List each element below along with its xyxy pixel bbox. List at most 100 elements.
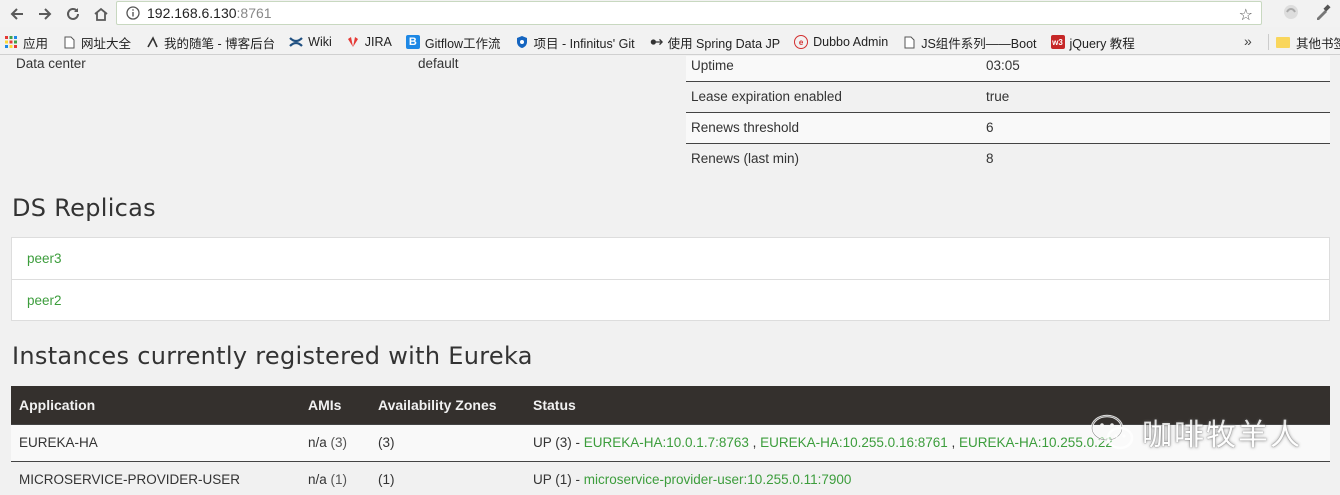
- instances-heading: Instances currently registered with Eure…: [12, 342, 533, 370]
- bookmark-jquery[interactable]: w3 jQuery 教程: [1047, 31, 1139, 53]
- back-button[interactable]: [6, 3, 28, 25]
- zones-cell: (3): [370, 423, 525, 461]
- wechat-icon: [1090, 414, 1134, 450]
- general-stats-table: Uptime 03:05 Lease expiration enabled tr…: [686, 56, 1330, 174]
- forward-button[interactable]: [34, 3, 56, 25]
- stat-value: 03:05: [981, 56, 1330, 81]
- huawei-icon: [346, 35, 360, 49]
- confluence-icon: [289, 35, 303, 49]
- stat-value: 6: [981, 111, 1330, 143]
- stat-key: Uptime: [686, 56, 981, 81]
- page-icon: [902, 35, 916, 49]
- bookmark-jira[interactable]: JIRA: [342, 31, 396, 53]
- apps-grid-icon: [4, 35, 18, 49]
- bookmark-url-hub[interactable]: 网址大全: [58, 31, 135, 53]
- reload-icon: [67, 7, 79, 20]
- ds-replicas-heading: DS Replicas: [12, 194, 156, 222]
- replica-item: peer2: [12, 279, 1329, 320]
- stat-row: Renews (last min) 8: [686, 142, 1330, 174]
- bookmark-label: JS组件系列——Boot: [921, 36, 1037, 51]
- bookmark-label: jQuery 教程: [1069, 36, 1135, 51]
- bookmark-label: 网址大全: [81, 36, 132, 51]
- bookmark-label: 我的随笔 - 博客后台: [164, 36, 276, 51]
- extension-icon[interactable]: [1282, 3, 1300, 26]
- instance-link[interactable]: EUREKA-HA:10.255.0.16:8761: [760, 435, 948, 450]
- bookmark-label: JIRA: [364, 35, 392, 49]
- stat-row: Uptime 03:05: [686, 56, 1330, 81]
- status-prefix: UP (1) -: [533, 472, 584, 488]
- instance-link[interactable]: microservice-provider-user:10.255.0.11:7…: [584, 472, 852, 487]
- bookmark-blog[interactable]: 我的随笔 - 博客后台: [141, 31, 279, 53]
- folder-icon: [1276, 37, 1290, 48]
- reload-button[interactable]: [62, 3, 84, 25]
- stat-key: Renews threshold: [686, 111, 981, 143]
- url-port: :8761: [236, 5, 272, 21]
- bookmarks-divider: [1268, 34, 1269, 50]
- col-header-application: Application: [11, 386, 300, 424]
- spring-icon: [649, 35, 663, 49]
- link-separator: ,: [947, 435, 960, 450]
- eyedropper-icon[interactable]: [1314, 3, 1332, 26]
- amis-cell: n/a (1): [300, 460, 370, 495]
- replica-link-peer3[interactable]: peer3: [27, 251, 62, 266]
- bookmark-label: 项目 - Infinitus' Git: [533, 36, 635, 51]
- home-icon: [94, 7, 108, 21]
- bookmark-label: Wiki: [308, 35, 332, 49]
- dubbo-icon: e: [794, 35, 809, 49]
- col-header-availability-zones: Availability Zones: [370, 386, 525, 424]
- home-button[interactable]: [90, 3, 112, 25]
- bookmark-label: Dubbo Admin: [813, 35, 889, 49]
- forward-arrow-icon: [39, 7, 52, 20]
- watermark-text: 咖啡牧羊人: [1142, 418, 1302, 453]
- stat-value: true: [981, 80, 1330, 112]
- replica-item: peer3: [12, 238, 1329, 279]
- browser-toolbar: 192.168.6.130:8761 ☆: [0, 0, 1340, 27]
- bookmark-dubbo[interactable]: e Dubbo Admin: [790, 31, 892, 53]
- instance-link[interactable]: EUREKA-HA:10.0.1.7:8763: [584, 435, 749, 450]
- bitbucket-icon: B: [405, 35, 420, 49]
- link-separator: ,: [748, 435, 761, 450]
- other-bookmarks-folder[interactable]: 其他书签: [1276, 33, 1340, 52]
- bookmark-apps[interactable]: 应用: [0, 31, 52, 53]
- bookmark-label: Gitflow工作流: [424, 36, 501, 51]
- info-icon[interactable]: [123, 6, 143, 20]
- zones-cell: (1): [370, 460, 525, 495]
- other-bookmarks-label: 其他书签: [1296, 37, 1340, 51]
- status-cell: UP (1) - microservice-provider-user:10.2…: [525, 460, 1330, 495]
- bookmark-star-icon[interactable]: ☆: [1239, 5, 1253, 25]
- address-bar[interactable]: 192.168.6.130:8761 ☆: [116, 1, 1262, 25]
- application-name: MICROSERVICE-PROVIDER-USER: [11, 460, 300, 495]
- bookmark-label: 使用 Spring Data JP: [667, 36, 781, 51]
- bookmark-js-components[interactable]: JS组件系列——Boot: [898, 31, 1040, 53]
- url-host: 192.168.6.130: [147, 5, 237, 21]
- page-icon: [62, 35, 76, 49]
- application-name: EUREKA-HA: [11, 423, 300, 461]
- amis-cell: n/a (3): [300, 423, 370, 461]
- amis-value: n/a: [308, 472, 327, 488]
- back-arrow-icon: [10, 7, 23, 20]
- col-header-amis: AMIs: [300, 386, 370, 424]
- stat-value: 8: [981, 142, 1330, 174]
- ds-replicas-list: peer3 peer2: [11, 237, 1330, 321]
- replica-link-peer2[interactable]: peer2: [27, 293, 62, 308]
- bookmark-wiki[interactable]: Wiki: [285, 31, 336, 53]
- bookmark-spring-data[interactable]: 使用 Spring Data JP: [645, 31, 785, 53]
- bookmark-gitlab[interactable]: 项目 - Infinitus' Git: [511, 31, 639, 53]
- stat-key: Lease expiration enabled: [686, 80, 981, 112]
- stat-key: Renews (last min): [686, 142, 981, 174]
- data-center-value: default: [418, 56, 459, 71]
- stat-row: Lease expiration enabled true: [686, 80, 1330, 112]
- data-center-label: Data center: [16, 56, 86, 71]
- watermark: 咖啡牧羊人: [1090, 410, 1302, 454]
- bookmarks-overflow-button[interactable]: »: [1244, 33, 1252, 49]
- stat-row: Renews threshold 6: [686, 111, 1330, 143]
- bookmark-gitflow[interactable]: B Gitflow工作流: [402, 31, 505, 53]
- status-prefix: UP (3) -: [533, 435, 584, 450]
- gitlab-shield-icon: [515, 35, 529, 49]
- bookmarks-bar: 应用 网址大全 我的随笔 - 博客后台 Wiki JIRA B Gitflow工…: [0, 30, 1340, 55]
- amis-count: (3): [330, 435, 348, 450]
- w3-icon: w3: [1050, 35, 1065, 49]
- bookmark-label: 应用: [23, 36, 49, 51]
- amis-count: (1): [330, 472, 348, 488]
- table-row: MICROSERVICE-PROVIDER-USER n/a (1) (1) U…: [11, 460, 1330, 495]
